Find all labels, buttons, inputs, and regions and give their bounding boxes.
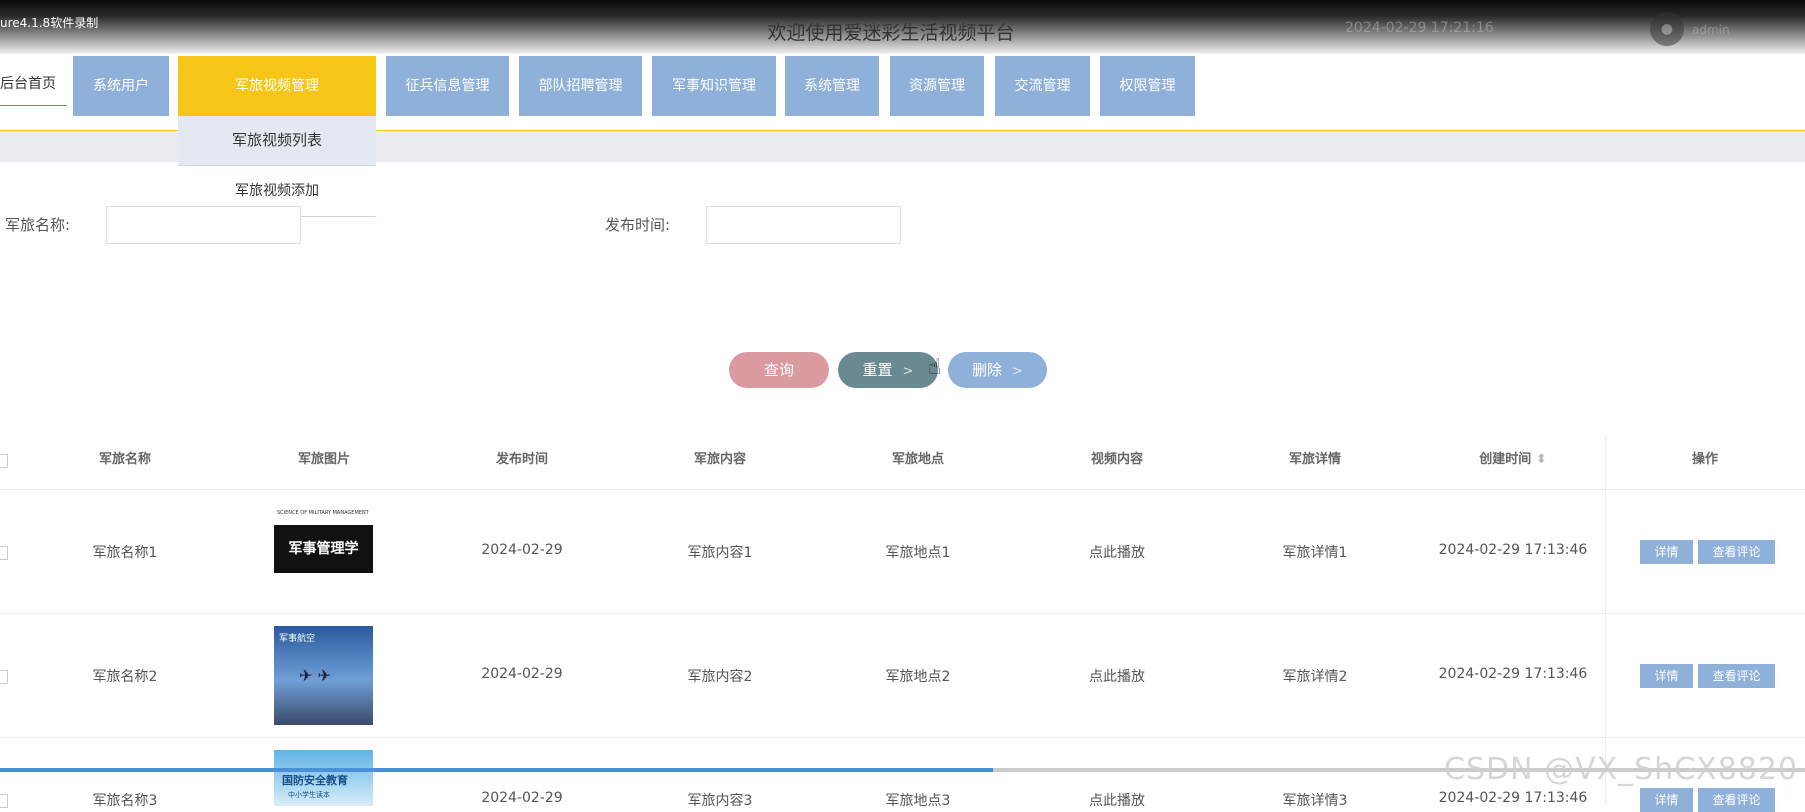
avatar[interactable]: ● (1650, 12, 1684, 46)
user-icon: ● (1660, 21, 1674, 37)
nav-item-exchange-manage[interactable]: 交流管理 (995, 56, 1090, 116)
detail-button[interactable]: 详情 (1640, 540, 1693, 564)
cell-detail: 军旅详情1 (1282, 545, 1348, 561)
reset-label: 重置 (862, 361, 893, 379)
thumb-title: 国防安全教育 (282, 774, 348, 787)
row-checkbox[interactable] (0, 670, 8, 684)
nav-item-military-knowledge[interactable]: 军事知识管理 (652, 56, 776, 116)
nav-item-recruitment-info[interactable]: 征兵信息管理 (386, 56, 509, 116)
query-label: 查询 (763, 361, 794, 379)
delete-button[interactable]: 删除 > (948, 352, 1047, 388)
time-label: 发布时间: (605, 216, 671, 234)
header-detail: 军旅详情 (1288, 452, 1341, 467)
site-title: 欢迎使用爱迷彩生活视频平台 (767, 22, 1015, 44)
thumb-subtitle: SCIENCE OF MILITARY MANAGEMENT (277, 510, 369, 516)
avatar-name[interactable]: admin (1692, 23, 1730, 37)
chevron-right-icon: > (902, 364, 914, 379)
chevron-right-icon: > (1012, 364, 1023, 379)
nav-item-resource-manage[interactable]: 资源管理 (890, 56, 984, 116)
cell-name: 军旅名称1 (92, 545, 158, 561)
view-comments-button[interactable]: 查看评论 (1698, 788, 1775, 812)
row-image: SCIENCE OF MILITARY MANAGEMENT 军事管理学 (274, 502, 373, 601)
cell-created: 2024-02-29 17:13:46 (1438, 542, 1588, 558)
cell-created: 2024-02-29 17:13:46 (1438, 790, 1588, 806)
nav-item-army-jobs[interactable]: 部队招聘管理 (519, 56, 642, 116)
name-input[interactable] (106, 206, 301, 244)
detail-button[interactable]: 详情 (1640, 664, 1693, 688)
header-image: 军旅图片 (297, 452, 350, 467)
cell-detail: 军旅详情2 (1282, 669, 1348, 685)
table-row: 军旅名称2 军事航空 ✈ ✈ 2024-02-29 军旅内容2 军旅地点2 点此… (0, 614, 1805, 738)
query-button[interactable]: 查询 (729, 352, 829, 388)
table-header: 军旅名称 军旅图片 发布时间 军旅内容 军旅地点 视频内容 军旅详情 创建时间 … (0, 431, 1805, 490)
nav-item-system-manage[interactable]: 系统管理 (785, 56, 879, 116)
header-video: 视频内容 (1090, 452, 1143, 467)
play-video-link[interactable]: 点此播放 (1052, 666, 1182, 686)
cell-publish-time: 2024-02-29 (481, 542, 563, 558)
jet-icon: ✈ ✈ (299, 666, 331, 685)
thumb-subtitle: 中小学生读本 (288, 791, 330, 799)
header-actions: 操作 (1691, 452, 1718, 467)
header-publish-time: 发布时间 (495, 452, 548, 467)
watermark: CSDN @VX_ShCX8820 (1444, 752, 1799, 787)
dropdown-item-video-list[interactable]: 军旅视频列表 (178, 116, 376, 166)
cell-name: 军旅名称2 (92, 669, 158, 685)
delete-label: 删除 (972, 361, 1003, 379)
thumb-title: 军事航空 (279, 634, 316, 644)
cell-place: 军旅地点3 (885, 793, 951, 809)
row-checkbox[interactable] (0, 546, 8, 560)
cell-content: 军旅内容3 (687, 793, 753, 809)
nav-item-permission-manage[interactable]: 权限管理 (1100, 56, 1195, 116)
cell-publish-time: 2024-02-29 (481, 666, 563, 682)
row-image: 军事航空 ✈ ✈ (274, 626, 373, 725)
header-created-label: 创建时间 (1479, 452, 1532, 467)
row-image: 国防安全教育 中小学生读本 (274, 750, 373, 806)
select-all-checkbox[interactable] (0, 454, 8, 468)
cell-detail: 军旅详情3 (1282, 793, 1348, 809)
cell-name: 军旅名称3 (92, 793, 158, 809)
detail-button[interactable]: 详情 (1640, 788, 1693, 812)
cell-content: 军旅内容2 (687, 669, 753, 685)
sort-icon[interactable]: ⬍ (1536, 452, 1547, 467)
table-row: 军旅名称1 SCIENCE OF MILITARY MANAGEMENT 军事管… (0, 490, 1805, 614)
cell-created: 2024-02-29 17:13:46 (1438, 666, 1588, 682)
play-video-link[interactable]: 点此播放 (1052, 790, 1182, 810)
view-comments-button[interactable]: 查看评论 (1698, 664, 1775, 688)
top-time: 2024-02-29 17:21:16 (1345, 20, 1494, 36)
cell-place: 军旅地点1 (885, 545, 951, 561)
time-input[interactable] (706, 206, 901, 244)
top-bar: ure4.1.8软件录制 欢迎使用爱迷彩生活视频平台 2024-02-29 17… (0, 0, 1805, 54)
thumb-title: 军事管理学 (274, 525, 373, 573)
hand-cursor-icon: ☝ (928, 355, 942, 380)
view-comments-button[interactable]: 查看评论 (1698, 540, 1775, 564)
header-place: 军旅地点 (891, 452, 944, 467)
name-label: 军旅名称: (5, 216, 71, 234)
header-content: 军旅内容 (693, 452, 746, 467)
header-name: 军旅名称 (98, 452, 151, 467)
reset-button[interactable]: 重置 > (838, 352, 938, 388)
cell-content: 军旅内容1 (687, 545, 753, 561)
cell-place: 军旅地点2 (885, 669, 951, 685)
nav-item-system-users[interactable]: 系统用户 (73, 56, 169, 116)
nav-dropdown: 军旅视频列表 军旅视频添加 (178, 116, 376, 217)
cell-publish-time: 2024-02-29 (481, 790, 563, 806)
nav-home[interactable]: 后台首页 (0, 72, 67, 106)
play-video-link[interactable]: 点此播放 (1052, 542, 1182, 562)
nav-item-military-video[interactable]: 军旅视频管理 (178, 56, 376, 116)
header-created[interactable]: 创建时间 ⬍ (1448, 431, 1578, 489)
